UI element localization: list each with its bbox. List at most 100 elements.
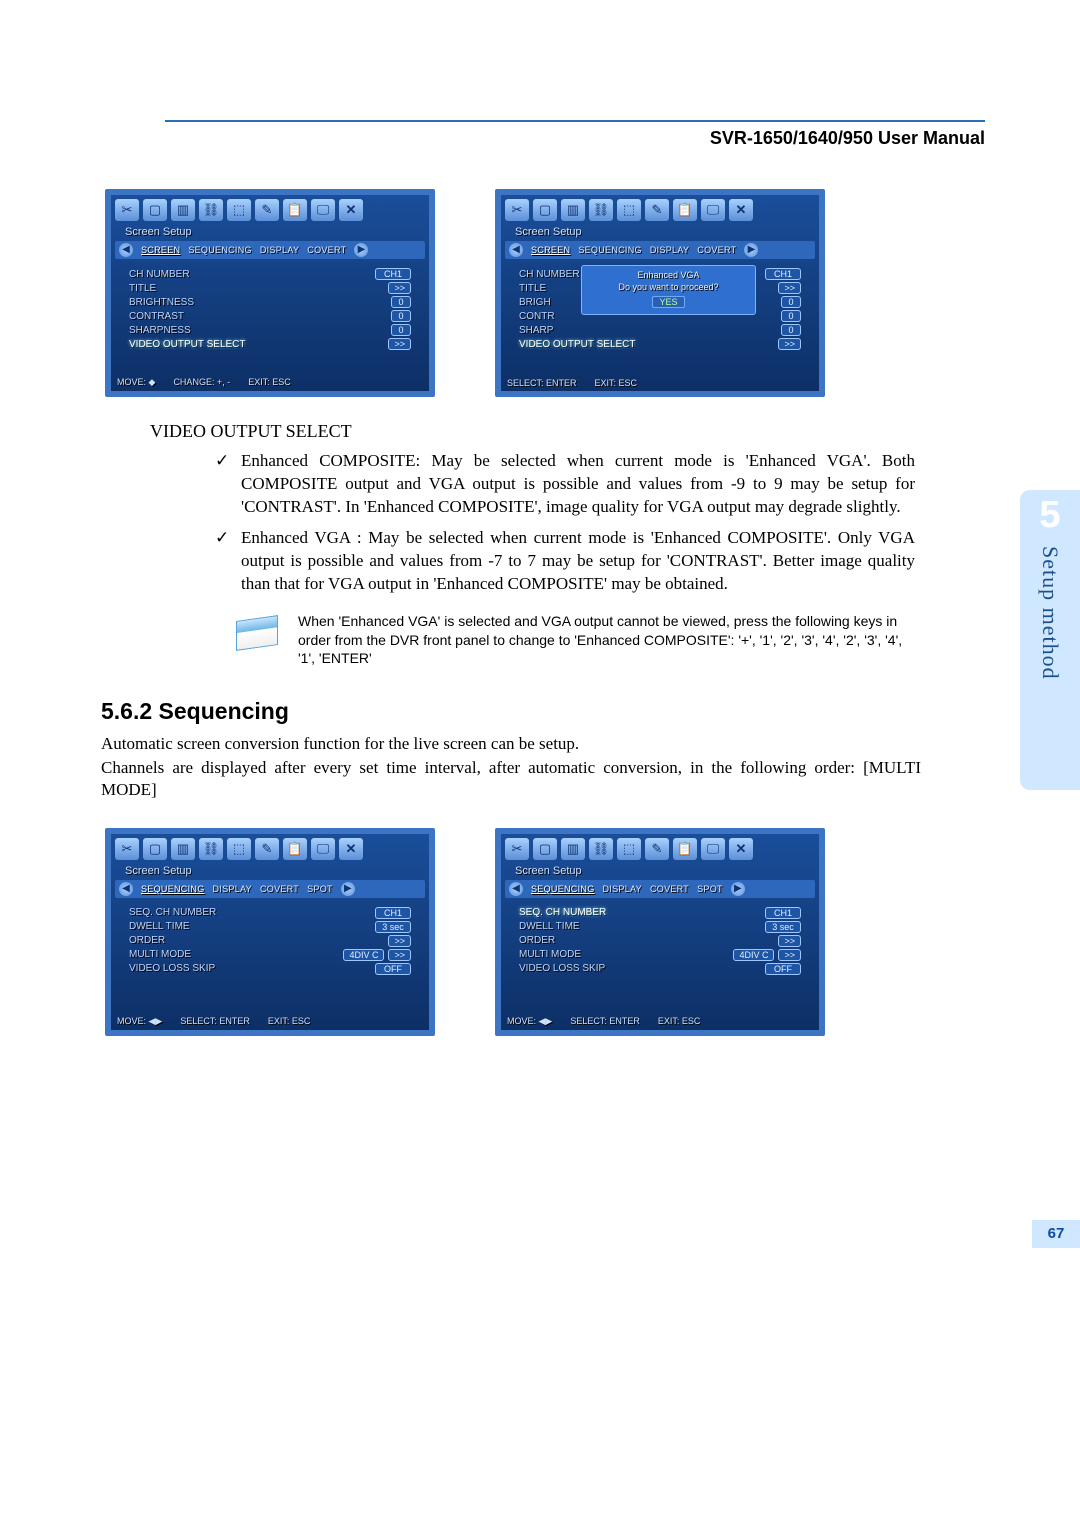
row-value[interactable]: 3 sec: [765, 921, 801, 933]
dvr-screen-3: ✂ ▢ ▥ ⛓ ⬚ ✎ 📋 🖵 ✕ Screen Setup ◀ SEQUENC…: [105, 828, 435, 1036]
row-label: SEQ. CH NUMBER: [519, 907, 606, 918]
tab[interactable]: SEQUENCING: [188, 245, 252, 255]
row-label: TITLE: [129, 283, 156, 294]
tab[interactable]: COVERT: [260, 884, 299, 894]
row-value[interactable]: >>: [388, 282, 411, 294]
hint: EXIT: ESC: [248, 377, 291, 388]
tab[interactable]: SPOT: [697, 884, 723, 894]
dvr-screen-1: ✂ ▢ ▥ ⛓ ⬚ ✎ 📋 🖵 ✕ Screen Setup ◀ SCREEN …: [105, 189, 435, 397]
hint: EXIT: ESC: [268, 1016, 311, 1027]
close-icon: ✕: [339, 199, 363, 221]
row-value[interactable]: 0: [781, 324, 801, 336]
tab-bar: ◀ SEQUENCING DISPLAY COVERT SPOT ▶: [505, 880, 815, 898]
tab[interactable]: SEQUENCING: [531, 884, 595, 894]
tab-bar: ◀ SCREEN SEQUENCING DISPLAY COVERT ▶: [505, 241, 815, 259]
row-label: VIDEO OUTPUT SELECT: [129, 339, 246, 350]
tool-icon: ✂: [115, 838, 139, 860]
hint: EXIT: ESC: [658, 1016, 701, 1027]
toolbar: ✂ ▢ ▥ ⛓ ⬚ ✎ 📋 🖵 ✕: [115, 838, 425, 860]
row-label: SHARP: [519, 325, 553, 336]
tool-icon: ⛓: [589, 838, 613, 860]
tab[interactable]: SCREEN: [141, 245, 180, 255]
row-value[interactable]: 4DIV C: [733, 949, 774, 961]
hint: MOVE: ◆: [117, 377, 155, 388]
row-extra[interactable]: >>: [388, 949, 411, 961]
row-label: CONTR: [519, 311, 555, 322]
menu-body: CH NUMBERCH1 TITLE>> BRIGHTNESS0 CONTRAS…: [115, 259, 425, 389]
row-label: CH NUMBER: [129, 269, 190, 280]
chapter-number: 5: [1020, 496, 1080, 534]
row-value[interactable]: >>: [388, 935, 411, 947]
arrow-left-icon[interactable]: ◀: [119, 243, 133, 257]
close-icon: ✕: [339, 838, 363, 860]
row-value[interactable]: CH1: [375, 907, 411, 919]
menu-body: SEQ. CH NUMBERCH1 DWELL TIME3 sec ORDER>…: [505, 898, 815, 1028]
tab[interactable]: DISPLAY: [260, 245, 299, 255]
row-label: DWELL TIME: [129, 921, 190, 932]
hint: SELECT: ENTER: [507, 378, 577, 388]
panel-title: Screen Setup: [505, 225, 815, 241]
tool-icon: ▢: [143, 838, 167, 860]
hint: CHANGE: +, -: [173, 377, 230, 388]
arrow-right-icon[interactable]: ▶: [341, 882, 355, 896]
tab[interactable]: SEQUENCING: [578, 245, 642, 255]
list-item: Enhanced COMPOSITE: May be selected when…: [215, 450, 915, 519]
popup-yes-button[interactable]: YES: [652, 296, 684, 308]
arrow-left-icon[interactable]: ◀: [509, 882, 523, 896]
tab[interactable]: COVERT: [650, 884, 689, 894]
tab[interactable]: DISPLAY: [650, 245, 689, 255]
arrow-left-icon[interactable]: ◀: [509, 243, 523, 257]
row-label: MULTI MODE: [129, 949, 191, 960]
row-value[interactable]: CH1: [375, 268, 411, 280]
arrow-right-icon[interactable]: ▶: [354, 243, 368, 257]
tab[interactable]: DISPLAY: [213, 884, 252, 894]
row-value[interactable]: 4DIV C: [343, 949, 384, 961]
tool-icon: ✎: [645, 838, 669, 860]
row-label: DWELL TIME: [519, 921, 580, 932]
arrow-right-icon[interactable]: ▶: [731, 882, 745, 896]
row-value[interactable]: >>: [778, 338, 801, 350]
tool-icon: ✎: [645, 199, 669, 221]
row-value[interactable]: 0: [391, 296, 411, 308]
tab[interactable]: COVERT: [697, 245, 736, 255]
row-value[interactable]: OFF: [765, 963, 801, 975]
arrow-left-icon[interactable]: ◀: [119, 882, 133, 896]
page-title: SVR-1650/1640/950 User Manual: [165, 120, 985, 149]
row-value[interactable]: >>: [778, 935, 801, 947]
tool-icon: ▥: [561, 838, 585, 860]
row-value[interactable]: 0: [781, 310, 801, 322]
arrow-right-icon[interactable]: ▶: [744, 243, 758, 257]
hint: EXIT: ESC: [595, 378, 638, 388]
row-value[interactable]: >>: [778, 282, 801, 294]
tab[interactable]: COVERT: [307, 245, 346, 255]
row-value[interactable]: 0: [391, 324, 411, 336]
tab[interactable]: SPOT: [307, 884, 333, 894]
row-value[interactable]: CH1: [765, 907, 801, 919]
tool-icon: 🖵: [701, 199, 725, 221]
tool-icon: ⬚: [617, 838, 641, 860]
tab[interactable]: DISPLAY: [603, 884, 642, 894]
tool-icon: 📋: [283, 838, 307, 860]
row-value[interactable]: >>: [388, 338, 411, 350]
panel-title: Screen Setup: [115, 864, 425, 880]
tool-icon: ⬚: [227, 199, 251, 221]
tab[interactable]: SEQUENCING: [141, 884, 205, 894]
dvr-screen-4: ✂ ▢ ▥ ⛓ ⬚ ✎ 📋 🖵 ✕ Screen Setup ◀ SEQUENC…: [495, 828, 825, 1036]
tool-icon: ⛓: [589, 199, 613, 221]
row-value[interactable]: OFF: [375, 963, 411, 975]
tool-icon: ⬚: [617, 199, 641, 221]
close-icon: ✕: [729, 199, 753, 221]
row-label: VIDEO LOSS SKIP: [129, 963, 215, 974]
screenshot-row-bottom: ✂ ▢ ▥ ⛓ ⬚ ✎ 📋 🖵 ✕ Screen Setup ◀ SEQUENC…: [105, 828, 985, 1036]
close-icon: ✕: [729, 838, 753, 860]
tab-bar: ◀ SEQUENCING DISPLAY COVERT SPOT ▶: [115, 880, 425, 898]
panel-title: Screen Setup: [505, 864, 815, 880]
row-value[interactable]: CH1: [765, 268, 801, 280]
row-value[interactable]: 0: [781, 296, 801, 308]
row-value[interactable]: 0: [391, 310, 411, 322]
tool-icon: 📋: [673, 199, 697, 221]
tab[interactable]: SCREEN: [531, 245, 570, 255]
row-value[interactable]: 3 sec: [375, 921, 411, 933]
menu-body: SEQ. CH NUMBERCH1 DWELL TIME3 sec ORDER>…: [115, 898, 425, 1028]
row-extra[interactable]: >>: [778, 949, 801, 961]
